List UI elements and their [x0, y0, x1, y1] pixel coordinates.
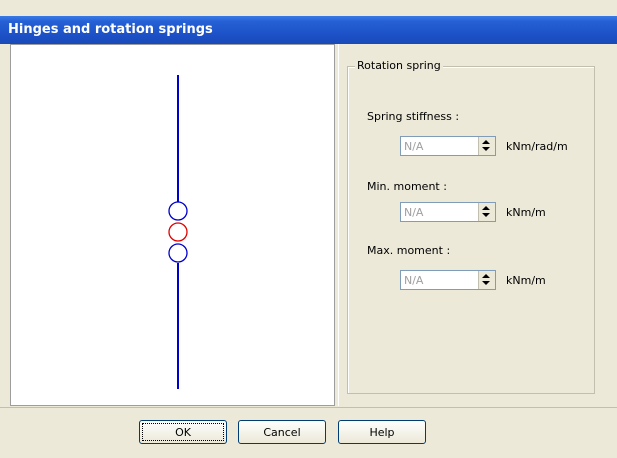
- properties-panel: Spring stiffness : N/A kNm/rad/m Min. mo…: [338, 44, 617, 406]
- min-moment-spin-arrows[interactable]: [478, 203, 495, 221]
- help-button[interactable]: Help: [338, 420, 426, 444]
- arrow-up-icon[interactable]: [482, 206, 490, 210]
- hinge-preview-canvas[interactable]: [10, 44, 335, 406]
- hinge-diagram: [168, 75, 188, 389]
- min-moment-unit: kNm/m: [506, 206, 546, 219]
- arrow-up-icon[interactable]: [482, 274, 490, 278]
- ok-button-label: OK: [175, 425, 191, 439]
- arrow-up-icon[interactable]: [482, 140, 490, 144]
- ok-button[interactable]: OK: [139, 420, 227, 444]
- window-title: Hinges and rotation springs: [8, 22, 213, 37]
- min-moment-stepper[interactable]: N/A: [400, 202, 496, 222]
- max-moment-label: Max. moment :: [367, 244, 451, 257]
- dialog-left-edge: [0, 44, 8, 457]
- max-moment-unit: kNm/m: [506, 274, 546, 287]
- title-bar[interactable]: Hinges and rotation springs: [0, 16, 617, 44]
- hinge-bottom-circle[interactable]: [168, 243, 188, 263]
- min-moment-label: Min. moment :: [367, 180, 447, 193]
- max-moment-spin-arrows[interactable]: [478, 271, 495, 289]
- max-moment-stepper[interactable]: N/A: [400, 270, 496, 290]
- rotation-spring-group-title: Rotation spring: [355, 59, 443, 72]
- min-moment-value: N/A: [404, 206, 424, 219]
- help-button-label: Help: [369, 425, 395, 439]
- spring-stiffness-value: N/A: [404, 140, 424, 153]
- spring-stiffness-label: Spring stiffness :: [367, 110, 460, 123]
- rotation-spring-group: Spring stiffness : N/A kNm/rad/m Min. mo…: [347, 66, 595, 394]
- cancel-button[interactable]: Cancel: [238, 420, 326, 444]
- max-moment-value: N/A: [404, 274, 424, 287]
- hinge-selected-circle[interactable]: [168, 222, 188, 242]
- arrow-down-icon[interactable]: [482, 213, 490, 217]
- arrow-down-icon[interactable]: [482, 281, 490, 285]
- arrow-down-icon[interactable]: [482, 147, 490, 151]
- dialog-button-bar: OK Cancel Help: [0, 407, 617, 458]
- cancel-button-label: Cancel: [263, 425, 301, 439]
- spring-stiffness-unit: kNm/rad/m: [506, 140, 568, 153]
- hinge-top-circle[interactable]: [168, 201, 188, 221]
- spring-stiffness-spin-arrows[interactable]: [478, 137, 495, 155]
- spring-stiffness-stepper[interactable]: N/A: [400, 136, 496, 156]
- dialog-body: Spring stiffness : N/A kNm/rad/m Min. mo…: [8, 44, 617, 457]
- dialog-window: Hinges and rotation springs Spring stiff…: [0, 0, 617, 458]
